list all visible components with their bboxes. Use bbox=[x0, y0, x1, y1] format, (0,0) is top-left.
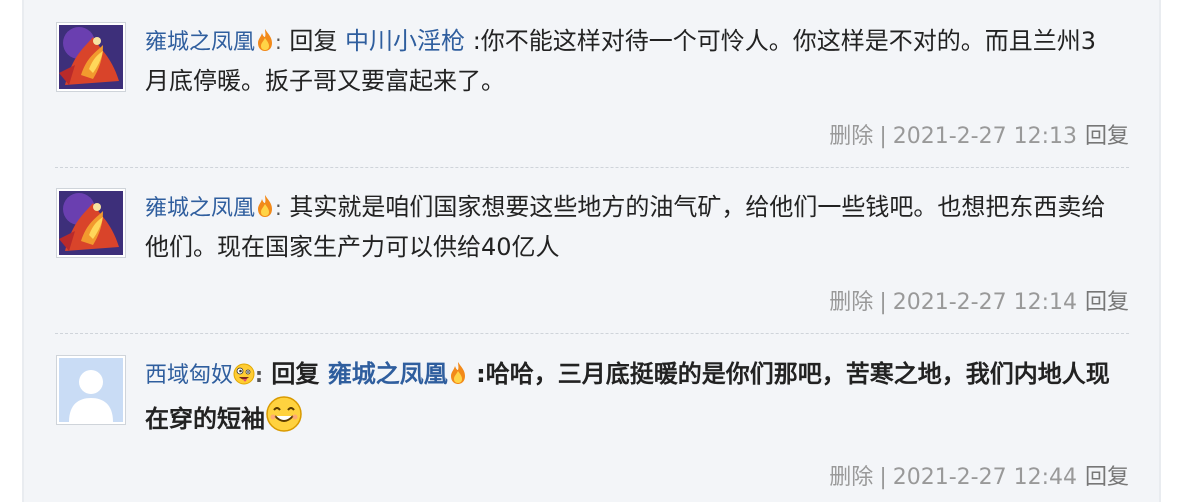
reply-word: 回复 bbox=[271, 360, 320, 388]
reply-meta-1: 删除 | 2021-2-27 12:13 回复 bbox=[829, 118, 1129, 150]
flame-icon bbox=[450, 362, 465, 384]
reply-text: 其实就是咱们国家想要这些地方的油气矿，给他们一些钱吧。也想把东西卖给他们。现在国… bbox=[145, 193, 1106, 261]
reply-divider bbox=[55, 167, 1129, 168]
reply-link[interactable]: 回复 bbox=[1085, 124, 1129, 149]
username-link[interactable]: 雍城之凤凰 bbox=[145, 196, 255, 221]
reply-content-3: 西域匈奴: 回复 雍城之凤凰 :哈哈，三月底挺暖的是你们那吧，苦寒之地，我们内地… bbox=[145, 355, 1120, 438]
flame-icon bbox=[258, 29, 273, 51]
reply-item-3: 西域匈奴: 回复 雍城之凤凰 :哈哈，三月底挺暖的是你们那吧，苦寒之地，我们内地… bbox=[24, 355, 1129, 502]
reply-item-1: 雍城之凤凰: 回复 中川小淫枪 :你不能这样对待一个可怜人。你这样是不对的。而且… bbox=[24, 22, 1129, 152]
delete-link[interactable]: 删除 bbox=[829, 124, 873, 149]
reply-time: 2021-2-27 12:14 bbox=[892, 290, 1077, 315]
name-colon: : bbox=[255, 363, 264, 387]
username-link[interactable]: 雍城之凤凰 bbox=[145, 30, 255, 55]
avatar-phoenix[interactable] bbox=[56, 188, 126, 258]
delete-link[interactable]: 删除 bbox=[829, 465, 873, 490]
phoenix-avatar-image bbox=[59, 191, 123, 255]
reply-link[interactable]: 回复 bbox=[1085, 465, 1129, 490]
meta-separator: | bbox=[879, 124, 887, 149]
crazy-face-icon bbox=[233, 363, 255, 385]
reply-divider bbox=[55, 333, 1129, 334]
reply-time: 2021-2-27 12:44 bbox=[892, 465, 1077, 490]
avatar-phoenix[interactable] bbox=[56, 22, 126, 92]
default-avatar-image bbox=[59, 358, 123, 422]
reply-meta-3: 删除 | 2021-2-27 12:44 回复 bbox=[829, 459, 1129, 491]
reply-text: :你不能这样对待一个可怜人。你这样是不对的。而且兰州3月底停暖。扳子哥又要富起来… bbox=[145, 27, 1097, 95]
meta-separator: | bbox=[879, 465, 887, 490]
meta-separator: | bbox=[879, 290, 887, 315]
reply-link[interactable]: 回复 bbox=[1085, 290, 1129, 315]
mention-link[interactable]: 雍城之凤凰 bbox=[328, 360, 448, 388]
name-colon: : bbox=[275, 30, 282, 54]
reply-content-2: 雍城之凤凰: 其实就是咱们国家想要这些地方的油气矿，给他们一些钱吧。也想把东西卖… bbox=[145, 188, 1120, 266]
username-link[interactable]: 西域匈奴 bbox=[145, 363, 233, 388]
reply-meta-2: 删除 | 2021-2-27 12:14 回复 bbox=[829, 284, 1129, 316]
reply-word: 回复 bbox=[289, 27, 338, 55]
reply-time: 2021-2-27 12:13 bbox=[892, 124, 1077, 149]
reply-content-1: 雍城之凤凰: 回复 中川小淫枪 :你不能这样对待一个可怜人。你这样是不对的。而且… bbox=[145, 22, 1120, 100]
avatar-default[interactable] bbox=[56, 355, 126, 425]
mention-link[interactable]: 中川小淫枪 bbox=[345, 27, 465, 55]
reply-item-2: 雍城之凤凰: 其实就是咱们国家想要这些地方的油气矿，给他们一些钱吧。也想把东西卖… bbox=[24, 188, 1129, 318]
right-rail bbox=[1159, 0, 1161, 502]
flame-icon bbox=[258, 195, 273, 217]
name-colon: : bbox=[275, 196, 282, 220]
phoenix-avatar-image bbox=[59, 25, 123, 89]
smile-emoji-icon bbox=[266, 396, 302, 432]
delete-link[interactable]: 删除 bbox=[829, 290, 873, 315]
